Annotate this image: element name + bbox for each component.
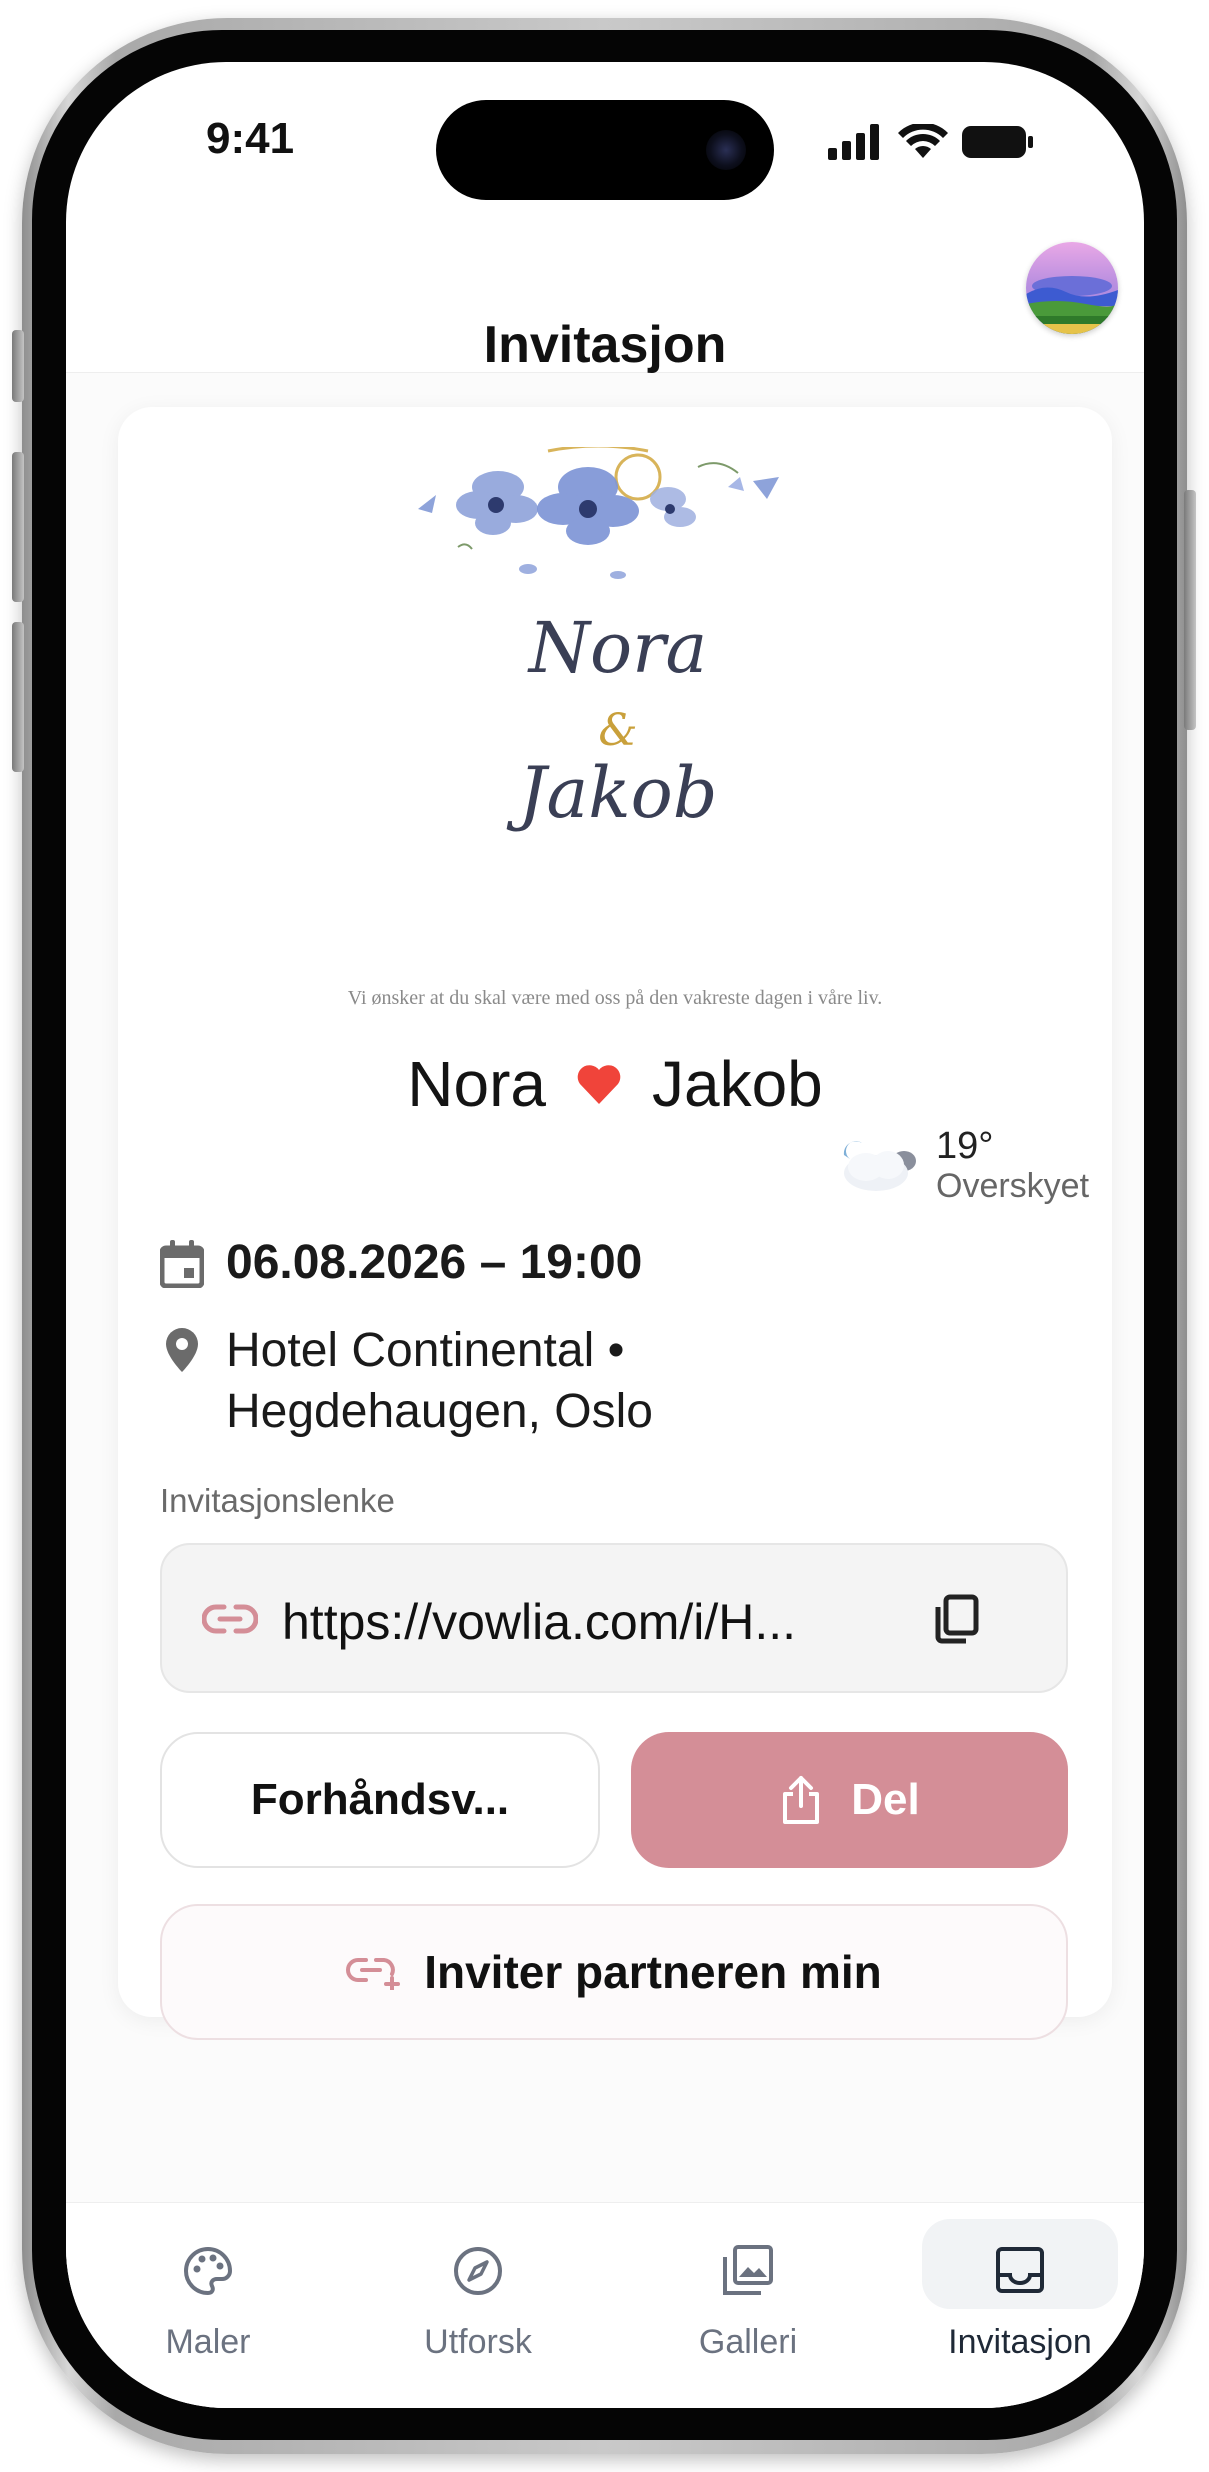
tab-label: Galleri: [698, 2323, 798, 2361]
copy-icon[interactable]: [932, 1593, 980, 1645]
volume-down-button: [12, 622, 24, 772]
weather-widget: 19° Overskyet: [836, 1125, 1106, 1205]
tab-label: Utforsk: [424, 2323, 532, 2361]
volume-up-button: [12, 452, 24, 602]
page-title: Invitasjon: [483, 316, 727, 374]
floral-decoration: [418, 447, 779, 579]
avatar[interactable]: [1026, 242, 1118, 334]
dynamic-island: [436, 100, 774, 200]
location-text: Hotel Continental • Hegdehaugen, Oslo: [226, 1320, 653, 1442]
heart-icon: [577, 1065, 621, 1104]
invitation-card: Nora & Jakob Vi ønsker at du skal være m…: [118, 407, 1112, 2040]
battery-icon: [962, 126, 1033, 158]
app-header: Invitasjon: [66, 222, 1144, 374]
preview-button[interactable]: Forhåndsv...: [160, 1732, 600, 1868]
screen: 9:41 Invitasjon Nora & Jakob Vi ønsker a…: [66, 62, 1144, 2408]
link-label: Invitasjonslenke: [160, 1482, 395, 1519]
tab-invitasjon[interactable]: Invitasjon: [910, 2223, 1130, 2373]
tab-label: Invitasjon: [948, 2323, 1092, 2361]
link-add-icon: [346, 1958, 401, 1990]
avatar-landscape-image: [1026, 242, 1118, 334]
location-pin-icon: [166, 1328, 198, 1372]
cellular-signal-icon: [828, 124, 879, 160]
cloudy-icon: [843, 1141, 916, 1191]
calendar-icon: [160, 1240, 204, 1288]
share-icon: [783, 1776, 820, 1824]
artwork-ampersand: &: [598, 705, 638, 756]
bottom-tab-bar: Maler Utforsk Galleri Invitasjon: [66, 2202, 1144, 2408]
tab-galleri[interactable]: Galleri: [638, 2223, 858, 2373]
gallery-icon: [723, 2245, 773, 2295]
invite-partner-label: Inviter partneren min: [424, 1946, 882, 1998]
status-time: 9:41: [206, 114, 295, 163]
palette-icon: [184, 2246, 233, 2296]
tab-label: Maler: [165, 2323, 251, 2361]
invitation-artwork[interactable]: Nora & Jakob: [398, 447, 838, 967]
invitation-tagline: Vi ønsker at du skal være med oss på den…: [347, 987, 883, 1009]
weather-description: Overskyet: [936, 1167, 1090, 1205]
invitation-link-url: https://vowlia.com/i/H...: [282, 1594, 797, 1650]
wifi-icon: [898, 124, 948, 158]
couple-name1: Nora: [407, 1048, 546, 1120]
artwork-name1: Nora: [528, 607, 708, 689]
event-datetime: 06.08.2026 – 19:00: [226, 1236, 643, 1289]
artwork-name2: Jakob: [518, 752, 718, 834]
tab-maler[interactable]: Maler: [98, 2223, 318, 2373]
link-icon: [202, 1604, 258, 1634]
invite-partner-button[interactable]: Inviter partneren min: [160, 1904, 1068, 2040]
couple-name2: Jakob: [651, 1048, 823, 1120]
couple-names: Nora Jakob: [118, 1047, 1112, 1121]
weather-temperature: 19°: [936, 1125, 994, 1167]
action-button: [12, 330, 24, 402]
tab-utforsk[interactable]: Utforsk: [368, 2223, 588, 2373]
status-icons: [828, 124, 1034, 160]
front-camera: [706, 130, 746, 170]
share-button[interactable]: Del: [631, 1732, 1068, 1868]
invitation-link-field[interactable]: https://vowlia.com/i/H...: [160, 1543, 1068, 1693]
preview-button-label: Forhåndsv...: [250, 1775, 510, 1824]
location-line1: Hotel Continental •: [226, 1324, 625, 1377]
location-line2: Hegdehaugen, Oslo: [226, 1385, 653, 1438]
share-button-label: Del: [851, 1775, 920, 1824]
location-row: Hotel Continental • Hegdehaugen, Oslo: [160, 1320, 653, 1442]
compass-icon: [454, 2247, 502, 2295]
power-button: [1184, 490, 1196, 730]
date-row: 06.08.2026 – 19:00: [160, 1232, 642, 1293]
inbox-icon: [996, 2247, 1044, 2293]
